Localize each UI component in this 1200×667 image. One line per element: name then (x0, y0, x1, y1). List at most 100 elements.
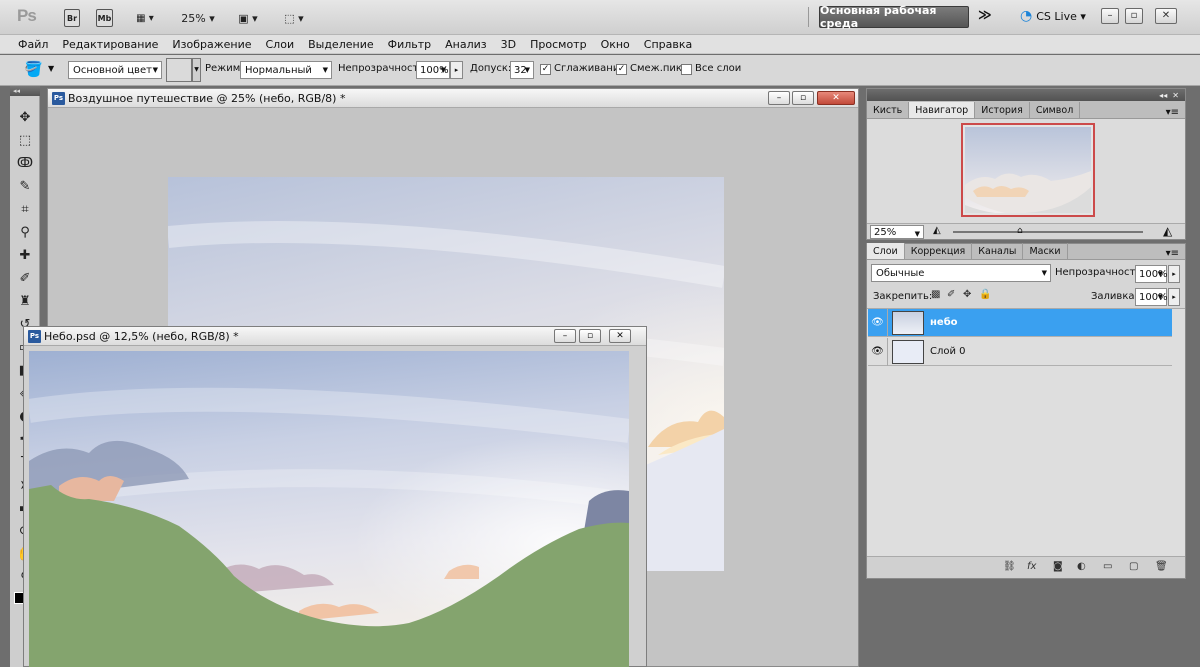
view-extras-button[interactable]: ▦ ▾ (129, 9, 161, 27)
doc-close-button[interactable]: ✕ (817, 91, 855, 105)
fill-source-select[interactable]: Основной цвет (68, 61, 162, 79)
restore-window-button[interactable]: ▫ (1125, 8, 1143, 24)
menu-3d[interactable]: 3D (501, 38, 516, 51)
document-titlebar[interactable]: Ps Воздушное путешествие @ 25% (небо, RG… (48, 89, 858, 108)
close-window-button[interactable]: ✕ (1155, 8, 1177, 24)
tab-masks[interactable]: Маски (1023, 243, 1068, 259)
paint-bucket-icon[interactable]: 🪣 (24, 60, 43, 78)
menu-select[interactable]: Выделение (308, 38, 374, 51)
zoom-level-dropdown[interactable]: 25% ▾ (178, 9, 218, 27)
fill-slider-button[interactable]: ▸ (1168, 288, 1180, 306)
navigator-zoom-input[interactable]: 25% (870, 225, 924, 239)
document-titlebar[interactable]: Ps Небо.psd @ 12,5% (небо, RGB/8) * – ▫ … (24, 327, 646, 346)
application-bar: Ps Br Mb ▦ ▾ 25% ▾ ▣ ▾ ⬚ ▾ Основная рабо… (0, 0, 1200, 35)
document-canvas[interactable] (29, 351, 629, 667)
minimize-window-button[interactable]: – (1101, 8, 1119, 24)
layers-opacity-input[interactable]: 100% (1135, 265, 1168, 283)
quick-select-tool-icon[interactable]: ✎ (10, 175, 40, 197)
new-group-icon[interactable]: ▭ (1103, 561, 1112, 572)
antialias-checkbox[interactable]: ✓ (540, 64, 551, 75)
add-mask-icon[interactable]: ◙ (1053, 561, 1063, 572)
new-layer-icon[interactable]: ▢ (1129, 561, 1138, 572)
layers-tab-bar: Слои Коррекция Каналы Маски ▾≡ (867, 243, 1185, 260)
layers-opacity-slider-button[interactable]: ▸ (1168, 265, 1180, 283)
navigator-view-box[interactable] (961, 123, 1095, 217)
mode-select[interactable]: Нормальный (240, 61, 332, 79)
layer-thumbnail (892, 310, 924, 335)
doc-close-button[interactable]: ✕ (609, 329, 631, 343)
lock-pixels-icon[interactable]: ✐ (947, 289, 955, 300)
antialias-label: Сглаживание (554, 63, 626, 74)
tab-adjustments[interactable]: Коррекция (905, 243, 973, 259)
marquee-tool-icon[interactable]: ⬚ (10, 129, 40, 151)
tab-channels[interactable]: Каналы (972, 243, 1024, 259)
clone-stamp-tool-icon[interactable]: ♜ (10, 290, 40, 312)
tolerance-input[interactable]: 32 (510, 61, 534, 79)
link-layers-icon[interactable]: ⛓ (1003, 561, 1016, 572)
layers-panel-menu-icon[interactable]: ▾≡ (1166, 248, 1185, 259)
adjustment-layer-icon[interactable]: ◐ (1077, 561, 1086, 572)
all-layers-checkbox[interactable] (681, 64, 692, 75)
contiguous-checkbox[interactable]: ✓ (616, 64, 627, 75)
move-tool-icon[interactable]: ✥ (10, 106, 40, 128)
lasso-tool-icon[interactable]: ↂ (10, 152, 40, 174)
eyedropper-tool-icon[interactable]: ⚲ (10, 221, 40, 243)
tab-history[interactable]: История (975, 102, 1030, 118)
more-workspaces-chevron-icon[interactable]: ≫ (978, 8, 992, 23)
cs-live-button[interactable]: ◔ CS Live ▾ (1020, 8, 1086, 24)
screen-mode-button[interactable]: ⬚ ▾ (278, 9, 310, 27)
doc-restore-button[interactable]: ▫ (792, 91, 814, 105)
menu-edit[interactable]: Редактирование (62, 38, 158, 51)
tool-preset-chevron-icon[interactable]: ▼ (48, 64, 54, 73)
menu-layers[interactable]: Слои (266, 38, 295, 51)
layer-visibility-eye-icon[interactable]: 👁 (868, 337, 888, 366)
layers-opacity-value: 100% (1139, 268, 1168, 280)
zoom-out-icon[interactable]: ◭ (933, 225, 941, 236)
healing-brush-tool-icon[interactable]: ✚ (10, 244, 40, 266)
layer-visibility-eye-icon[interactable]: 👁 (868, 308, 888, 337)
menu-image[interactable]: Изображение (172, 38, 251, 51)
menu-filter[interactable]: Фильтр (388, 38, 432, 51)
layer-row-layer0[interactable]: 👁 Слой 0 (868, 337, 1172, 366)
delete-layer-icon[interactable]: 🗑 (1155, 561, 1168, 572)
panel-collapse-strip[interactable]: ◂◂ ✕ (867, 89, 1185, 101)
crop-tool-icon[interactable]: ⌗ (10, 198, 40, 220)
layer-style-icon[interactable]: fx (1027, 561, 1036, 572)
menu-file[interactable]: Файл (18, 38, 48, 51)
blend-mode-select[interactable]: Обычные (871, 264, 1051, 282)
menu-window[interactable]: Окно (601, 38, 630, 51)
pattern-dropdown-icon[interactable]: ▼ (192, 58, 201, 82)
lock-all-icon[interactable]: 🔒 (979, 289, 991, 300)
brush-tool-icon[interactable]: ✐ (10, 267, 40, 289)
bridge-button[interactable]: Br (64, 9, 80, 27)
menu-help[interactable]: Справка (644, 38, 692, 51)
doc-minimize-button[interactable]: – (768, 91, 790, 105)
doc-restore-button[interactable]: ▫ (579, 329, 601, 343)
fill-input[interactable]: 100% (1135, 288, 1168, 306)
pattern-swatch[interactable] (166, 58, 192, 82)
navigator-zoom-slider[interactable] (953, 231, 1143, 233)
tab-navigator[interactable]: Навигатор (909, 102, 976, 118)
opacity-input[interactable]: 100% (416, 61, 450, 79)
mini-bridge-button[interactable]: Mb (96, 9, 113, 27)
zoom-slider-thumb-icon[interactable]: ⌂ (1017, 226, 1023, 236)
opacity-slider-button[interactable]: ▸ (450, 61, 463, 79)
fill-value: 100% (1139, 291, 1168, 303)
doc-minimize-button[interactable]: – (554, 329, 576, 343)
layers-opacity-label: Непрозрачность: (1055, 267, 1145, 278)
menu-analysis[interactable]: Анализ (445, 38, 487, 51)
workspace-button[interactable]: Основная рабочая среда (819, 4, 969, 30)
lock-transparency-icon[interactable]: ▩ (931, 289, 940, 300)
tab-brush[interactable]: Кисть (867, 102, 910, 118)
arrange-documents-button[interactable]: ▣ ▾ (232, 9, 264, 27)
layer-row-sky[interactable]: 👁 небо (868, 308, 1172, 337)
tab-character[interactable]: Символ (1030, 102, 1081, 118)
tab-layers[interactable]: Слои (867, 243, 905, 259)
tools-panel-header[interactable]: ◂◂ (10, 86, 40, 96)
navigator-tab-bar: Кисть Навигатор История Символ ▾≡ (867, 101, 1185, 119)
panel-menu-icon[interactable]: ▾≡ (1166, 107, 1185, 118)
lock-position-icon[interactable]: ✥ (963, 289, 971, 300)
mode-label: Режим: (205, 63, 244, 74)
menu-view[interactable]: Просмотр (530, 38, 586, 51)
zoom-in-icon[interactable]: ◭ (1163, 224, 1172, 238)
